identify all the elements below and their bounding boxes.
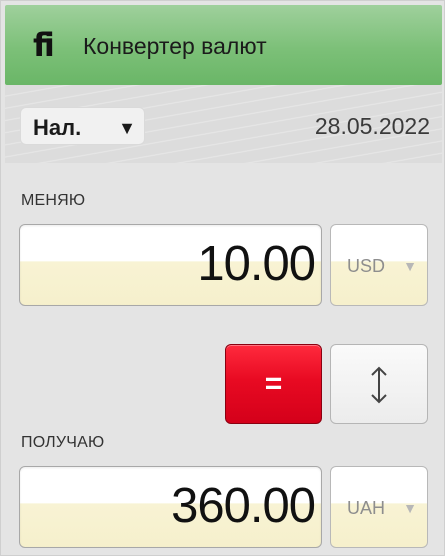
give-amount-value: 10.00 [197, 237, 316, 291]
toolbar: Нал. ▼ 28.05.2022 [5, 85, 442, 163]
dropdown-arrow-icon: ▼ [403, 258, 417, 274]
rate-type-select[interactable]: Нал. ▼ [20, 107, 145, 145]
converter-widget: fi Конвертер валют Нал. ▼ 28.05.2022 МЕН… [0, 0, 445, 556]
get-label: ПОЛУЧАЮ [21, 434, 105, 451]
brand-logo: fi [33, 26, 55, 64]
page-title: Конвертер валют [83, 33, 267, 59]
get-currency-select[interactable]: UAH ▼ [330, 466, 428, 548]
give-amount-input[interactable]: 10.00 [19, 224, 322, 306]
get-currency-value: UAH [347, 498, 386, 518]
dropdown-arrow-icon: ▼ [118, 118, 136, 138]
rate-date: 28.05.2022 [314, 113, 430, 139]
give-label: МЕНЯЮ [21, 192, 86, 209]
convert-button[interactable]: = [225, 344, 322, 424]
get-amount-input[interactable]: 360.00 [19, 466, 322, 548]
give-currency-value: USD [347, 256, 386, 276]
rate-type-value: Нал. [33, 115, 82, 140]
get-amount-value: 360.00 [171, 479, 316, 533]
swap-currencies-button[interactable] [330, 344, 428, 424]
dropdown-arrow-icon: ▼ [403, 500, 417, 516]
header-bar: fi Конвертер валют [5, 5, 442, 85]
swap-arrows-icon [371, 366, 387, 404]
give-currency-select[interactable]: USD ▼ [330, 224, 428, 306]
